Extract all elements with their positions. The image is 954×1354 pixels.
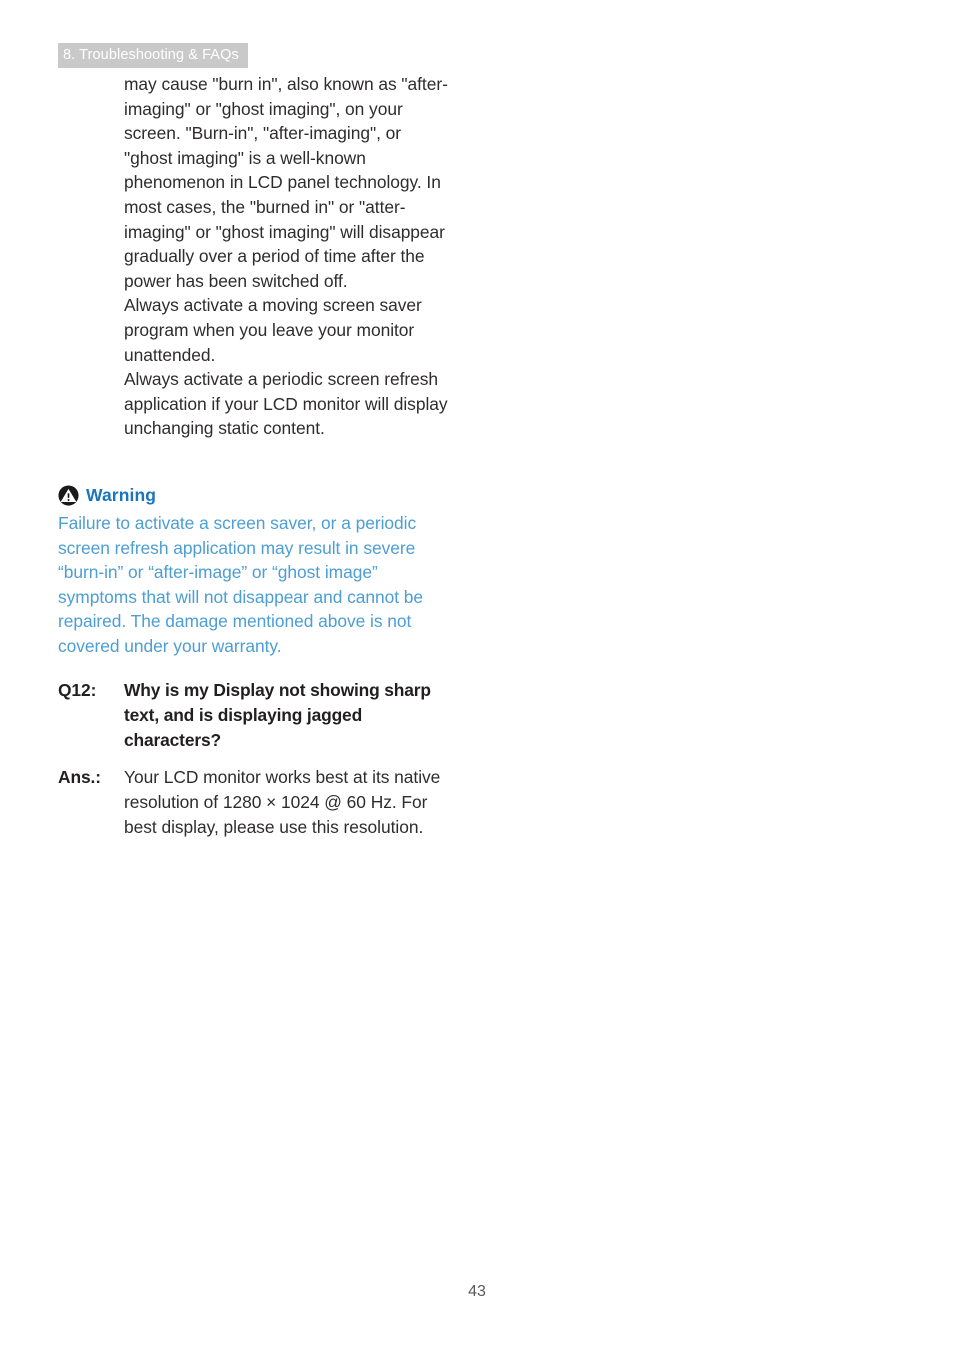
faq-answer-text: Your LCD monitor works best at its nativ… (124, 767, 441, 837)
faq-answer-row: Ans.: Your LCD monitor works best at its… (58, 765, 458, 839)
warning-triangle-icon (58, 484, 79, 506)
document-page: 8. Troubleshooting & FAQs may cause "bur… (0, 0, 954, 1354)
body-paragraph-2: Always activate a moving screen saver pr… (124, 295, 422, 365)
faq-answer-label: Ans.: (58, 767, 101, 788)
body-text-column: may cause "burn in", also known as "afte… (124, 72, 454, 441)
page-number: 43 (468, 1283, 486, 1300)
warning-heading-row: Warning (58, 483, 456, 507)
faq-entry: Q12: Why is my Display not showing sharp… (58, 678, 458, 840)
body-paragraph-1: may cause "burn in", also known as "afte… (124, 74, 448, 291)
section-header-banner: 8. Troubleshooting & FAQs (58, 43, 248, 68)
warning-body-text: Failure to activate a screen saver, or a… (58, 513, 424, 656)
warning-title: Warning (86, 484, 157, 505)
faq-question-row: Q12: Why is my Display not showing sharp… (58, 678, 458, 752)
faq-question-text: Why is my Display not showing sharp text… (124, 680, 431, 750)
body-paragraph-3: Always activate a periodic screen refres… (124, 369, 448, 439)
faq-question-label: Q12: (58, 680, 97, 700)
warning-callout: Warning Failure to activate a screen sav… (58, 483, 456, 659)
